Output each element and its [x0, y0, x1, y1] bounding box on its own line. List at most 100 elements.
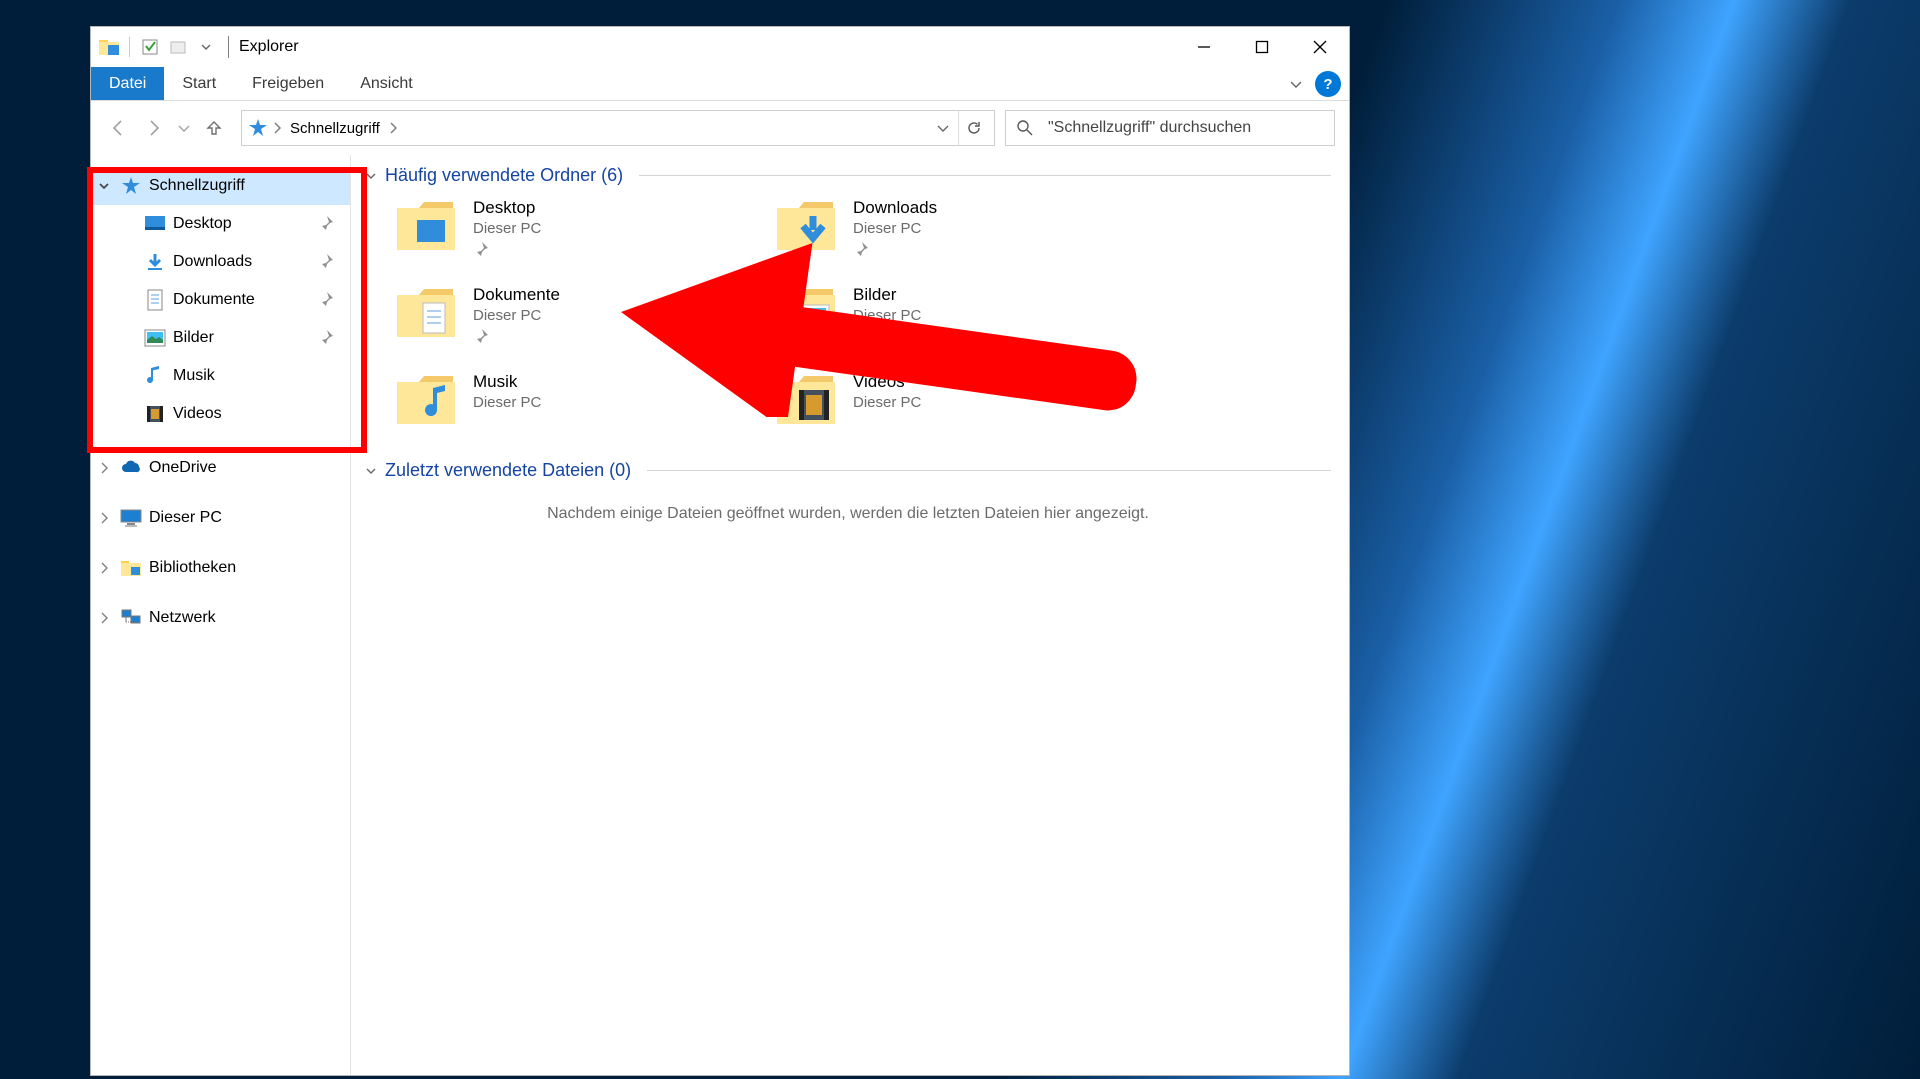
frequent-folders-grid: Desktop Dieser PC Downloads Dieser PC: [365, 198, 1331, 430]
pin-icon: [853, 241, 937, 257]
folder-sub: Dieser PC: [853, 307, 921, 324]
tree-item-downloads[interactable]: Downloads: [91, 243, 350, 281]
folder-item-documents[interactable]: Dokumente Dieser PC: [395, 285, 765, 344]
chevron-right-icon[interactable]: [95, 459, 113, 477]
chevron-down-icon[interactable]: [95, 177, 113, 195]
help-button[interactable]: ?: [1315, 71, 1341, 97]
folder-sub: Dieser PC: [473, 394, 541, 411]
folder-item-desktop[interactable]: Desktop Dieser PC: [395, 198, 765, 257]
pin-icon: [473, 241, 541, 257]
folder-large-icon: [395, 285, 457, 343]
documents-icon: [143, 288, 167, 312]
pin-icon: [318, 291, 336, 309]
back-button[interactable]: [101, 111, 135, 145]
tree-network[interactable]: Netzwerk: [91, 599, 350, 637]
tree-item-label: OneDrive: [149, 459, 217, 477]
folder-item-pictures[interactable]: Bilder Dieser PC: [775, 285, 1145, 344]
tree-item-pictures[interactable]: Bilder: [91, 319, 350, 357]
thispc-icon: [119, 506, 143, 530]
folder-item-videos[interactable]: Videos Dieser PC: [775, 372, 1145, 430]
ribbon: Datei Start Freigeben Ansicht ?: [91, 67, 1349, 101]
tree-item-label: Dieser PC: [149, 509, 222, 527]
minimize-button[interactable]: [1175, 27, 1233, 67]
qat-properties-icon[interactable]: [138, 35, 162, 59]
refresh-button[interactable]: [958, 111, 988, 145]
qat-sep: [129, 37, 130, 57]
pin-icon: [318, 253, 336, 271]
chevron-right-icon[interactable]: [268, 121, 286, 135]
folder-item-music[interactable]: Musik Dieser PC: [395, 372, 765, 430]
group-frequent-folders[interactable]: Häufig verwendete Ordner (6): [365, 165, 1331, 186]
folder-name: Musik: [473, 372, 541, 392]
chevron-right-icon[interactable]: [384, 121, 402, 135]
folder-sub: Dieser PC: [853, 220, 937, 237]
tree-item-desktop[interactable]: Desktop: [91, 205, 350, 243]
main-view[interactable]: Häufig verwendete Ordner (6) Desktop Die…: [351, 155, 1349, 1075]
chevron-down-icon[interactable]: [365, 170, 377, 182]
close-button[interactable]: [1291, 27, 1349, 67]
folder-large-icon: [775, 372, 837, 430]
folder-name: Desktop: [473, 198, 541, 218]
folder-large-icon: [395, 198, 457, 256]
group-title: Häufig verwendete Ordner (6): [385, 165, 623, 186]
search-icon: [1016, 119, 1034, 137]
tree-item-label: Downloads: [173, 253, 252, 271]
ribbon-tab-ansicht[interactable]: Ansicht: [342, 67, 430, 100]
breadcrumb-quick-access[interactable]: Schnellzugriff: [286, 120, 384, 137]
navigation-bar: Schnellzugriff "Schnellzugriff" durchsuc…: [91, 101, 1349, 155]
chevron-down-icon[interactable]: [365, 465, 377, 477]
chevron-right-icon[interactable]: [95, 609, 113, 627]
address-bar[interactable]: Schnellzugriff: [241, 110, 995, 146]
forward-button[interactable]: [137, 111, 171, 145]
folder-sub: Dieser PC: [853, 394, 921, 411]
file-menu[interactable]: Datei: [91, 67, 164, 100]
music-icon: [143, 364, 167, 388]
folder-large-icon: [775, 198, 837, 256]
tree-this-pc[interactable]: Dieser PC: [91, 499, 350, 537]
desktop-icon: [143, 212, 167, 236]
group-rule: [647, 470, 1331, 471]
tree-item-videos[interactable]: Videos: [91, 395, 350, 433]
chevron-right-icon[interactable]: [95, 509, 113, 527]
tree-item-music[interactable]: Musik: [91, 357, 350, 395]
libraries-icon: [119, 556, 143, 580]
group-recent-files[interactable]: Zuletzt verwendete Dateien (0): [365, 460, 1331, 481]
group-title: Zuletzt verwendete Dateien (0): [385, 460, 631, 481]
quick-access-icon: [119, 174, 143, 198]
recent-locations-button[interactable]: [173, 111, 195, 145]
qat-dropdown-icon[interactable]: [194, 35, 218, 59]
tree-quick-access[interactable]: Schnellzugriff: [91, 167, 350, 205]
group-rule: [639, 175, 1331, 176]
pin-icon: [318, 215, 336, 233]
tree-item-label: Bilder: [173, 329, 214, 347]
ribbon-tab-start[interactable]: Start: [164, 67, 234, 100]
folder-name: Videos: [853, 372, 921, 392]
up-button[interactable]: [197, 111, 231, 145]
address-history-button[interactable]: [928, 111, 958, 145]
tree-libraries[interactable]: Bibliotheken: [91, 549, 350, 587]
ribbon-tab-freigeben[interactable]: Freigeben: [234, 67, 342, 100]
folder-item-downloads[interactable]: Downloads Dieser PC: [775, 198, 1145, 257]
tree-item-label: Dokumente: [173, 291, 255, 309]
downloads-icon: [143, 250, 167, 274]
explorer-window: Explorer Datei Start Freigeben Ansicht ?: [90, 26, 1350, 1076]
ribbon-expand-icon[interactable]: [1283, 67, 1309, 100]
network-icon: [119, 606, 143, 630]
pin-icon: [473, 328, 560, 344]
folder-sub: Dieser PC: [473, 220, 541, 237]
qat-newfolder-icon[interactable]: [166, 35, 190, 59]
chevron-right-icon[interactable]: [95, 559, 113, 577]
tree-item-label: Videos: [173, 405, 222, 423]
search-placeholder: "Schnellzugriff" durchsuchen: [1048, 119, 1251, 137]
tree-item-label: Netzwerk: [149, 609, 216, 627]
tree-onedrive[interactable]: OneDrive: [91, 449, 350, 487]
folder-sub: Dieser PC: [473, 307, 560, 324]
folder-name: Bilder: [853, 285, 921, 305]
folder-name: Dokumente: [473, 285, 560, 305]
search-box[interactable]: "Schnellzugriff" durchsuchen: [1005, 110, 1335, 146]
tree-item-documents[interactable]: Dokumente: [91, 281, 350, 319]
titlebar[interactable]: Explorer: [91, 27, 1349, 67]
titlebar-separator: [228, 36, 229, 58]
onedrive-icon: [119, 456, 143, 480]
maximize-button[interactable]: [1233, 27, 1291, 67]
